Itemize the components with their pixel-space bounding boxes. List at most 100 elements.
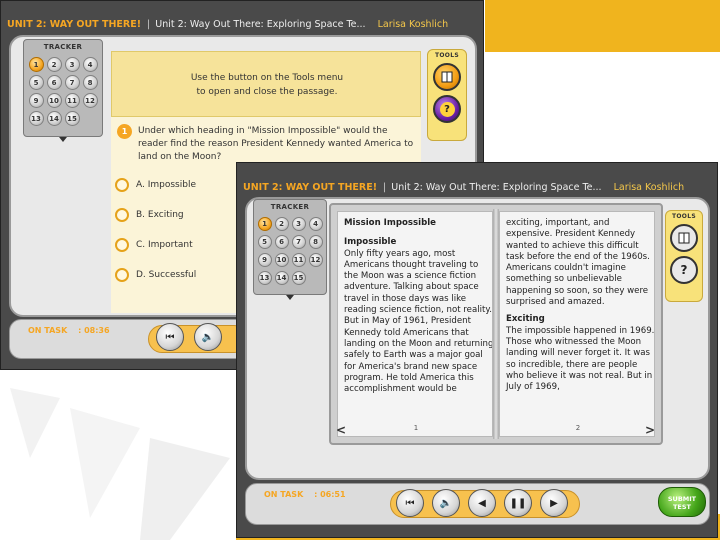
tracker-label: TRACKER: [43, 43, 83, 51]
tracker-item[interactable]: 11: [291, 253, 306, 267]
tracker-item[interactable]: 7: [64, 75, 80, 90]
tracker-item[interactable]: 1: [257, 217, 272, 231]
bottom-toolbar: ON TASK : 06:51 ⏮ 🔈 ◀ ❚❚ ▶ SUBMIT TEST: [245, 483, 710, 525]
tracker-toggle-arrow-icon[interactable]: [286, 295, 294, 300]
tracker-item[interactable]: 1: [28, 57, 44, 72]
tracker-item[interactable]: 3: [64, 57, 80, 72]
choice-label: D. Successful: [136, 270, 197, 280]
tracker-item[interactable]: 4: [82, 57, 98, 72]
unit-title: UNIT 2: WAY OUT THERE!: [243, 181, 378, 193]
passage-page-left: Mission Impossible Impossible Only fifty…: [337, 211, 493, 437]
previous-page-arrow-icon[interactable]: <: [336, 423, 346, 437]
accent-bar-top: [485, 0, 720, 52]
answer-choice-a[interactable]: A. Impossible: [115, 178, 196, 192]
tracker-item[interactable]: 12: [82, 93, 98, 108]
title-separator: |: [383, 181, 387, 193]
background-swoosh: [10, 388, 230, 540]
tracker-item[interactable]: 14: [46, 111, 62, 126]
instruction-line: Use the button on the Tools menu: [190, 73, 344, 83]
tracker-item[interactable]: 15: [64, 111, 80, 126]
passage-screen: UNIT 2: WAY OUT THERE! | Unit 2: Way Out…: [236, 162, 718, 538]
on-task-time: : 06:51: [314, 490, 346, 499]
tracker-item[interactable]: 8: [82, 75, 98, 90]
submit-test-button[interactable]: SUBMIT TEST: [658, 487, 706, 517]
tracker-item[interactable]: 13: [257, 271, 272, 285]
tools-label: TOOLS: [435, 52, 459, 59]
passage-heading: Exciting: [506, 314, 545, 325]
answer-choice-b[interactable]: B. Exciting: [115, 208, 184, 222]
passage-book-icon[interactable]: [670, 224, 698, 252]
tracker-item[interactable]: 5: [257, 235, 272, 249]
test-title: Unit 2: Way Out There: Exploring Space T…: [391, 181, 602, 193]
tracker-item[interactable]: 10: [274, 253, 289, 267]
student-name: Larisa Koshlich: [377, 18, 449, 30]
choice-label: A. Impossible: [136, 180, 196, 190]
tracker-label: TRACKER: [270, 203, 310, 211]
tracker-item[interactable]: 9: [28, 93, 44, 108]
passage-paragraph: The impossible happened in 1969. Those w…: [506, 325, 655, 393]
radio-button[interactable]: [115, 238, 129, 252]
choice-label: C. Important: [136, 240, 193, 250]
tracker-item[interactable]: 6: [274, 235, 289, 249]
title-bar: UNIT 2: WAY OUT THERE! | Unit 2: Way Out…: [7, 15, 448, 33]
tracker-item[interactable]: 4: [308, 217, 323, 231]
tracker-item[interactable]: 8: [308, 235, 323, 249]
student-name: Larisa Koshlich: [613, 181, 685, 193]
submit-label: TEST: [673, 503, 691, 511]
passage-book: Mission Impossible Impossible Only fifty…: [329, 203, 663, 445]
tracker-item[interactable]: 2: [46, 57, 62, 72]
question-number: 1: [117, 124, 132, 139]
next-page-arrow-icon[interactable]: >: [645, 423, 655, 437]
passage-title: Mission Impossible: [344, 218, 436, 228]
title-bar: UNIT 2: WAY OUT THERE! | Unit 2: Way Out…: [243, 178, 684, 196]
pause-icon[interactable]: ❚❚: [504, 489, 532, 517]
tracker-item[interactable]: 9: [257, 253, 272, 267]
on-task-timer: ON TASK : 08:36: [28, 326, 110, 335]
question-text: Under which heading in "Mission Impossib…: [138, 126, 414, 162]
tools-menu: TOOLS ?: [665, 210, 703, 302]
passage-heading: Impossible: [344, 237, 397, 248]
test-title: Unit 2: Way Out There: Exploring Space T…: [155, 18, 366, 30]
skip-back-icon[interactable]: ⏮: [156, 323, 184, 351]
tracker-item[interactable]: 15: [291, 271, 306, 285]
choice-label: B. Exciting: [136, 210, 184, 220]
submit-label: SUBMIT: [667, 495, 697, 503]
tracker-item[interactable]: 6: [46, 75, 62, 90]
page-number: 1: [413, 424, 419, 432]
tracker-item[interactable]: 3: [291, 217, 306, 231]
on-task-label: ON TASK: [264, 490, 304, 499]
answer-choice-d[interactable]: D. Successful: [115, 268, 196, 282]
help-icon[interactable]: ?: [433, 95, 461, 123]
tracker-item[interactable]: 5: [28, 75, 44, 90]
passage-paragraph: exciting, important, and expensive. Pres…: [506, 218, 650, 308]
slide: UNIT 2: WAY OUT THERE! | Unit 2: Way Out…: [0, 0, 720, 540]
rewind-icon[interactable]: ◀: [468, 489, 496, 517]
instruction-line: to open and close the passage.: [196, 87, 338, 97]
radio-button[interactable]: [115, 268, 129, 282]
speaker-icon[interactable]: 🔈: [432, 489, 460, 517]
on-task-time: : 08:36: [78, 326, 110, 335]
skip-back-icon[interactable]: ⏮: [396, 489, 424, 517]
on-task-timer: ON TASK : 06:51: [264, 490, 346, 499]
speaker-icon[interactable]: 🔈: [194, 323, 222, 351]
tracker-item[interactable]: 11: [64, 93, 80, 108]
tracker-item[interactable]: 14: [274, 271, 289, 285]
radio-button[interactable]: [115, 208, 129, 222]
passage-book-icon[interactable]: [433, 63, 461, 91]
passage-paragraph: Only fifty years ago, most Americans tho…: [344, 248, 493, 395]
play-icon[interactable]: ▶: [540, 489, 568, 517]
on-task-label: ON TASK: [28, 326, 68, 335]
tracker-item[interactable]: 12: [308, 253, 323, 267]
unit-title: UNIT 2: WAY OUT THERE!: [7, 18, 142, 30]
instruction-box: Use the button on the Tools menu to open…: [111, 51, 421, 117]
tracker-toggle-arrow-icon[interactable]: [59, 137, 67, 142]
tracker-item[interactable]: 10: [46, 93, 62, 108]
answer-choice-c[interactable]: C. Important: [115, 238, 193, 252]
tracker-item[interactable]: 2: [274, 217, 289, 231]
radio-button[interactable]: [115, 178, 129, 192]
help-icon[interactable]: ?: [670, 256, 698, 284]
tracker-item[interactable]: 13: [28, 111, 44, 126]
page-number: 2: [575, 424, 581, 432]
tracker-item[interactable]: 7: [291, 235, 306, 249]
question-tracker: TRACKER 1 2 3 4 5 6 7 8 9 10 11 12 13 14…: [23, 39, 103, 142]
